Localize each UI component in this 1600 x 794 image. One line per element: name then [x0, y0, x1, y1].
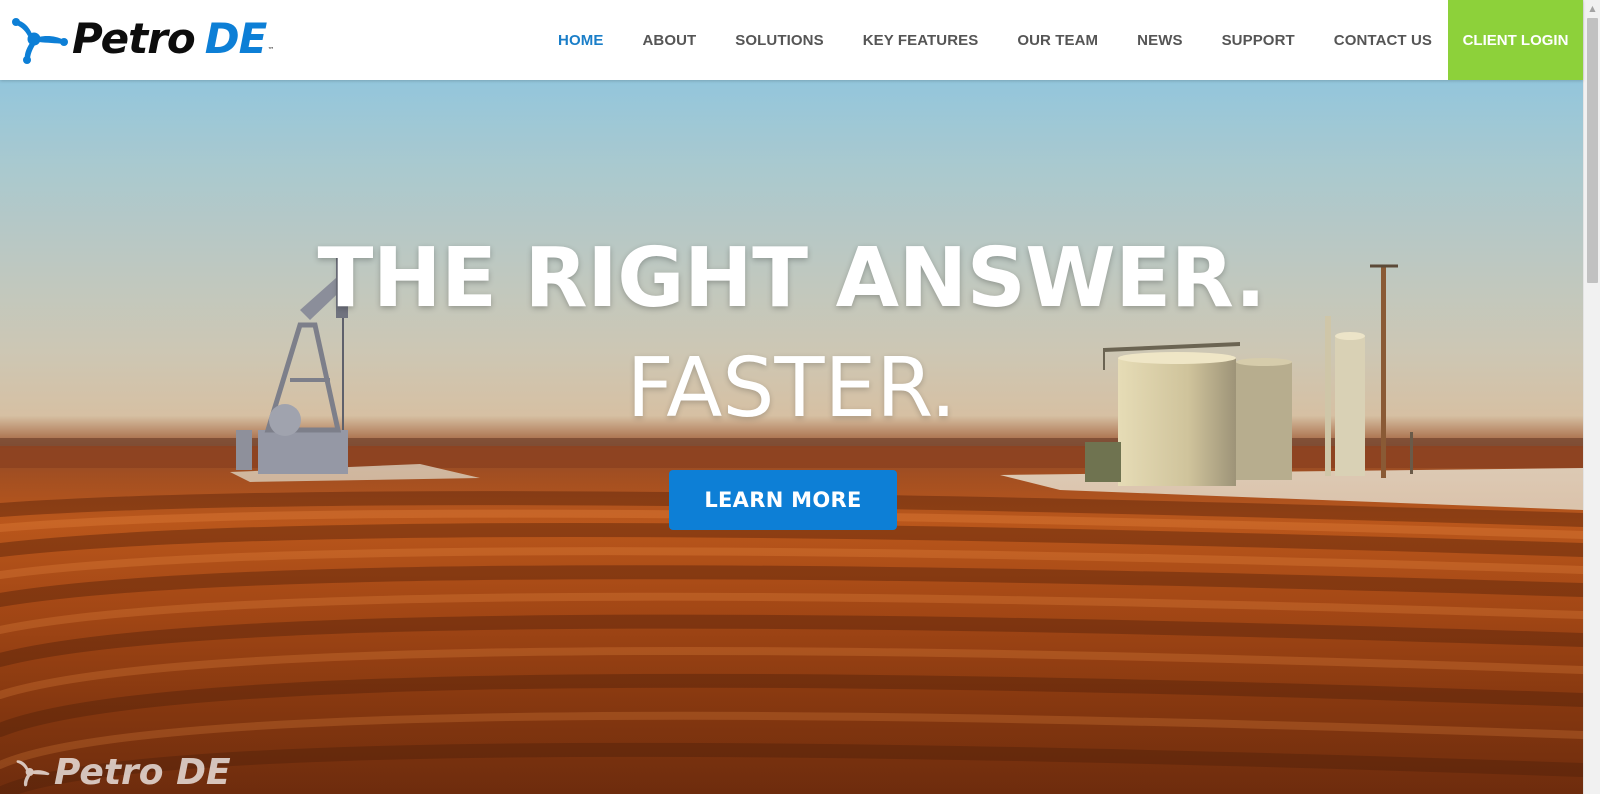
logo-trademark: ™ [267, 46, 275, 54]
nav-our-team[interactable]: OUR TEAM [1017, 32, 1098, 49]
learn-more-button[interactable]: LEARN MORE [669, 470, 897, 530]
logo-word-de: DE [204, 14, 268, 63]
propeller-watermark-icon [16, 760, 50, 787]
nav-news[interactable]: NEWS [1137, 32, 1182, 49]
logo-word-petro: Petro [72, 14, 196, 63]
nav-support[interactable]: SUPPORT [1222, 32, 1295, 49]
scroll-up-arrow-icon[interactable]: ▲ [1584, 0, 1600, 17]
nav-solutions[interactable]: SOLUTIONS [735, 32, 823, 49]
nav-contact-us[interactable]: CONTACT US [1334, 32, 1432, 49]
site-header: Petro DE ™ HOME ABOUT SOLUTIONS KEY FEATU… [0, 0, 1583, 80]
browser-viewport: Petro DE ™ HOME ABOUT SOLUTIONS KEY FEATU… [0, 0, 1600, 794]
scrollbar-thumb[interactable] [1587, 18, 1598, 283]
watermark-wordmark: Petro DE [54, 751, 231, 793]
hero-background-image [0, 258, 1583, 794]
main-nav: HOME ABOUT SOLUTIONS KEY FEATURES OUR TE… [519, 0, 1432, 80]
site-logo[interactable]: Petro DE ™ [12, 14, 312, 64]
logo-wordmark: Petro DE [72, 18, 267, 60]
nav-about[interactable]: ABOUT [642, 32, 696, 49]
hero-section: THE RIGHT ANSWER. FASTER. LEARN MORE Pet… [0, 80, 1583, 794]
page-scrollbar[interactable]: ▲ [1583, 0, 1600, 794]
hero-watermark-logo: Petro DE [16, 750, 276, 794]
hero-subheadline: FASTER. [626, 341, 957, 436]
client-login-button[interactable]: CLIENT LOGIN [1448, 0, 1583, 80]
propeller-logo-icon [12, 18, 68, 64]
hero-headline: THE RIGHT ANSWER. [317, 231, 1266, 326]
nav-home[interactable]: HOME [558, 32, 603, 49]
nav-key-features[interactable]: KEY FEATURES [863, 32, 979, 49]
